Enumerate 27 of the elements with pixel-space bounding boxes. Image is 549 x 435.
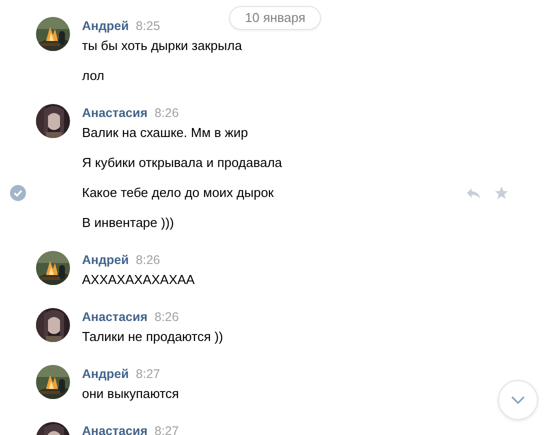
star-icon[interactable]	[494, 186, 509, 200]
message-text: лол	[82, 67, 104, 85]
message-time: 8:26	[136, 252, 160, 269]
message-text: Какое тебе дело до моих дырок	[82, 184, 274, 202]
message-time: 8:27	[154, 423, 179, 435]
scroll-down-button[interactable]	[498, 380, 538, 420]
message-text: ты бы хоть дырки закрыла	[82, 37, 242, 55]
author-name[interactable]: Анастасия	[82, 308, 148, 326]
chevron-down-icon	[511, 396, 525, 404]
message-time: 8:25	[136, 18, 160, 35]
message-text: АХХАХАХАХАХАА	[82, 271, 195, 289]
message-text: Валик на схашке. Мм в жир	[82, 124, 248, 142]
date-separator: 10 января	[229, 6, 322, 30]
message-text: Талики не продаются ))	[82, 328, 224, 346]
author-name[interactable]: Андрей	[82, 17, 129, 35]
author-name[interactable]: Андрей	[82, 251, 129, 269]
message-time: 8:26	[154, 309, 179, 326]
author-name[interactable]: Анастасия	[82, 422, 148, 435]
select-check-icon[interactable]	[10, 185, 26, 201]
message-time: 8:26	[154, 105, 179, 122]
message-text: В инвентаре )))	[82, 214, 174, 232]
author-name[interactable]: Анастасия	[82, 104, 148, 122]
author-name[interactable]: Андрей	[82, 365, 129, 383]
reply-icon[interactable]	[466, 186, 481, 200]
message-time: 8:27	[136, 366, 160, 383]
message-text: они выкупаются	[82, 385, 179, 403]
message-text: Я кубики открывала и продавала	[82, 154, 282, 172]
